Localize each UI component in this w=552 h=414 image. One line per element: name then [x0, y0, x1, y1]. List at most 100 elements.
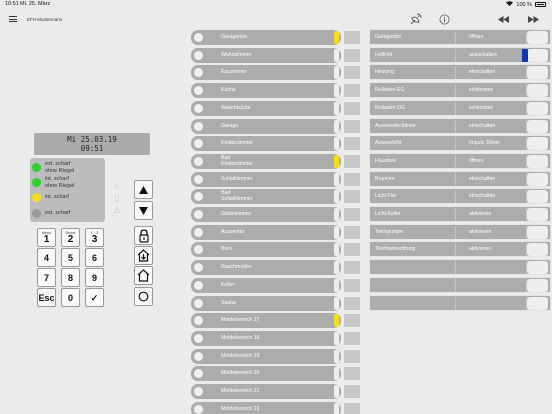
- keypad-key[interactable]: Menu 1: [37, 228, 56, 247]
- mode-ext-scharf-ohne-riegel[interactable]: ext. scharf ohne Riegel: [30, 161, 105, 174]
- zone-row[interactable]: Wohnzimmer: [191, 47, 341, 63]
- mode-ext-scharf[interactable]: ext. scharf: [30, 209, 105, 218]
- action-row[interactable]: Garagentor öffnen: [369, 29, 551, 45]
- action-toggle[interactable]: [527, 208, 548, 221]
- action-row[interactable]: Rolladen EG schliessen: [369, 82, 551, 99]
- zone-action-button[interactable]: [343, 313, 361, 329]
- keypad-key[interactable]: 7: [37, 268, 56, 287]
- fast-forward-icon[interactable]: [526, 12, 540, 26]
- lock-button[interactable]: [134, 226, 153, 245]
- keypad-key[interactable]: 9: [85, 268, 104, 287]
- zone-row[interactable]: Büro: [191, 242, 341, 258]
- zone-action-button[interactable]: [343, 295, 361, 311]
- action-toggle[interactable]: [522, 48, 548, 62]
- zone-action-button[interactable]: [343, 65, 361, 81]
- action-row[interactable]: [369, 276, 551, 293]
- keypad-key[interactable]: 5: [61, 248, 80, 267]
- action-row[interactable]: Aussenlicht Impuls 30min: [369, 135, 551, 152]
- zone-action-button[interactable]: [343, 30, 361, 45]
- mode-int-scharf-ohne-riegel[interactable]: int. scharf ohne Riegel: [30, 176, 105, 189]
- down-button[interactable]: [134, 201, 153, 220]
- zone-row[interactable]: Meldebereich 20: [191, 366, 341, 382]
- zone-action-button[interactable]: [343, 100, 361, 116]
- zone-row[interactable]: Kinderzimmer: [191, 136, 341, 152]
- action-toggle[interactable]: [527, 101, 548, 115]
- zone-action-button[interactable]: [343, 260, 361, 276]
- zone-action-button[interactable]: [343, 153, 361, 169]
- mode-int-scharf[interactable]: int. scharf: [30, 193, 105, 202]
- zone-action-button[interactable]: [343, 189, 361, 205]
- action-toggle[interactable]: [527, 119, 548, 133]
- action-row[interactable]: Hoflicht ausschalten: [369, 46, 551, 63]
- action-row[interactable]: Brunnen einschalten: [369, 170, 551, 187]
- zone-row[interactable]: Gästezimmer: [191, 207, 341, 222]
- zone-row[interactable]: Esszimmer: [191, 65, 341, 81]
- action-toggle[interactable]: [527, 31, 548, 44]
- zone-row[interactable]: Meldebereich 17: [191, 313, 341, 329]
- zone-action-button[interactable]: [343, 136, 361, 152]
- zone-row[interactable]: Meldebereich 19: [191, 348, 341, 364]
- zone-action-button[interactable]: [343, 401, 361, 414]
- action-toggle[interactable]: [527, 225, 548, 239]
- zone-row[interactable]: Garage: [191, 118, 341, 134]
- zone-action-button[interactable]: [343, 171, 361, 187]
- zone-row[interactable]: Waschküche: [191, 100, 341, 116]
- zone-action-button[interactable]: [343, 277, 361, 293]
- keypad-key[interactable]: Reset 2: [61, 228, 80, 247]
- menu-button[interactable]: [9, 16, 17, 22]
- zone-row[interactable]: Meldebereich 21: [191, 384, 341, 399]
- action-row[interactable]: Aussensteckdose einschalten: [369, 117, 551, 134]
- zone-action-button[interactable]: [343, 207, 361, 222]
- action-row[interactable]: [369, 259, 551, 276]
- zone-action-button[interactable]: [343, 118, 361, 134]
- home-enter-button[interactable]: [134, 246, 153, 265]
- action-toggle[interactable]: [527, 296, 548, 310]
- zone-row[interactable]: Bad Kinderzimmer: [191, 153, 341, 169]
- action-row[interactable]: Licht Flur einschalten: [369, 188, 551, 205]
- zone-action-button[interactable]: [343, 242, 361, 258]
- home-button[interactable]: [134, 266, 153, 285]
- action-row[interactable]: Haustüre öffnen: [369, 152, 551, 169]
- action-row[interactable]: Rolladen OG schliessen: [369, 99, 551, 116]
- action-toggle[interactable]: [527, 190, 548, 204]
- action-toggle[interactable]: [527, 243, 548, 257]
- satellite-dish-icon[interactable]: [409, 12, 423, 26]
- zone-row[interactable]: Sauna: [191, 295, 341, 311]
- action-row[interactable]: Teichbeleuchtung aktivieren: [369, 241, 551, 258]
- action-toggle[interactable]: [527, 84, 548, 98]
- zone-row[interactable]: Aussentür: [191, 224, 341, 240]
- zone-row[interactable]: Rauchmelder: [191, 260, 341, 276]
- zone-action-button[interactable]: [343, 366, 361, 382]
- action-toggle[interactable]: [527, 172, 548, 186]
- up-button[interactable]: [134, 180, 153, 199]
- action-toggle[interactable]: [527, 278, 548, 292]
- keypad-key[interactable]: 1 - 33: [85, 228, 104, 247]
- keypad-key[interactable]: ✓: [85, 288, 104, 307]
- zone-action-button[interactable]: [343, 224, 361, 240]
- zone-row[interactable]: Bad Schlafzimmer: [191, 189, 341, 205]
- action-toggle[interactable]: [527, 66, 548, 80]
- zone-action-button[interactable]: [343, 330, 361, 346]
- zone-row[interactable]: Meldebereich 22: [191, 401, 341, 414]
- keypad-key[interactable]: 0: [61, 288, 80, 307]
- action-row[interactable]: [369, 294, 551, 311]
- action-row[interactable]: Teichpumpe aktivieren: [369, 223, 551, 240]
- zone-action-button[interactable]: [343, 83, 361, 99]
- zone-row[interactable]: Schlafzimmer: [191, 171, 341, 187]
- keypad-key[interactable]: 4: [37, 248, 56, 267]
- info-icon[interactable]: [437, 12, 451, 26]
- action-row[interactable]: Heizung einschalten: [369, 64, 551, 81]
- action-toggle[interactable]: [527, 261, 548, 275]
- action-toggle[interactable]: [527, 137, 548, 151]
- away-button[interactable]: [134, 287, 153, 306]
- zone-action-button[interactable]: [343, 348, 361, 364]
- action-row[interactable]: Licht Keller aktivieren: [369, 206, 551, 222]
- zone-row[interactable]: Garagentor: [191, 30, 341, 45]
- zone-row[interactable]: Keller: [191, 277, 341, 293]
- keypad-key[interactable]: 6: [85, 248, 104, 267]
- zone-row[interactable]: Küche: [191, 83, 341, 99]
- keypad-key[interactable]: 8: [61, 268, 80, 287]
- keypad-key[interactable]: Esc: [37, 288, 56, 307]
- zone-action-button[interactable]: [343, 384, 361, 399]
- zone-row[interactable]: Meldebereich 18: [191, 330, 341, 346]
